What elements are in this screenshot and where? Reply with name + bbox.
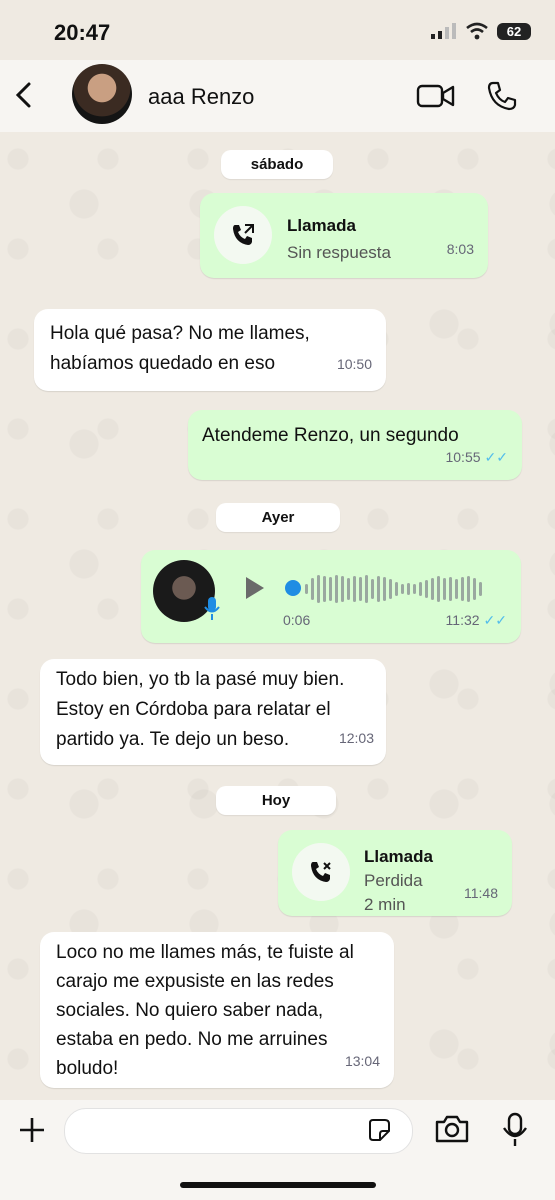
message-time: 8:03 (446, 241, 474, 257)
call-icon-circle (214, 206, 272, 264)
message-meta: 11:32 ✓✓ (446, 606, 507, 635)
message-input[interactable] (64, 1108, 413, 1154)
call-title: Llamada (287, 216, 356, 235)
message-text-line: carajo me expusiste en las redes (56, 971, 334, 992)
message-text-line: Hola qué pasa? No me llames, (50, 323, 310, 344)
message-time: 11:48 (464, 885, 498, 901)
sticker-icon[interactable] (366, 1117, 392, 1143)
voice-duration: 0:06 (283, 612, 311, 628)
message-meta: 10:55 ✓✓ (445, 443, 508, 472)
call-status: Sin respuesta (287, 243, 391, 262)
camera-icon[interactable] (434, 1114, 470, 1144)
message-text-line: Todo bien, yo tb la pasé muy bien. (56, 669, 345, 690)
message-time: 10:55 (445, 449, 481, 465)
microphone-icon[interactable] (500, 1112, 530, 1148)
incoming-message-bubble[interactable]: Hola qué pasa? No me llames, habíamos qu… (34, 309, 386, 391)
call-message-bubble[interactable]: Llamada Perdida 2 min 11:48 (278, 830, 512, 916)
home-indicator (180, 1182, 376, 1188)
playback-position-dot[interactable] (285, 580, 301, 596)
play-icon[interactable] (244, 576, 266, 600)
message-text-line: boludo! (56, 1058, 119, 1079)
incoming-message-bubble[interactable]: Todo bien, yo tb la pasé muy bien. Estoy… (40, 659, 386, 765)
outgoing-message-bubble[interactable]: Atendeme Renzo, un segundo 10:55 ✓✓ (188, 410, 522, 480)
message-text-line: partido ya. Te dejo un beso. (56, 729, 290, 750)
back-arrow-icon[interactable] (12, 80, 36, 110)
read-receipt-icon: ✓✓ (484, 449, 508, 465)
status-time: 20:47 (54, 20, 111, 45)
call-icon-circle (292, 843, 350, 901)
message-text-line: Loco no me llames más, te fuiste al (56, 942, 354, 963)
incoming-message-bubble[interactable]: Loco no me llames más, te fuiste al cara… (40, 932, 394, 1088)
status-icons: 62 (431, 22, 531, 40)
message-time: 12:03 (338, 730, 374, 746)
message-text: Atendeme Renzo, un segundo (202, 425, 459, 446)
microphone-icon (204, 597, 220, 620)
call-message-bubble[interactable]: Llamada Sin respuesta 8:03 (200, 193, 488, 278)
voice-message-bubble[interactable]: 0:06 11:32 ✓✓ (141, 550, 521, 643)
date-separator: Ayer (216, 503, 340, 532)
contact-avatar[interactable] (72, 64, 132, 124)
battery-indicator: 62 (497, 22, 531, 40)
outgoing-call-icon (233, 224, 254, 245)
missed-call-icon (311, 862, 331, 882)
message-text-line: sociales. No quiero saber nada, (56, 1000, 324, 1021)
call-duration: 2 min (364, 895, 406, 914)
video-call-icon[interactable] (416, 80, 456, 112)
message-text-line: habíamos quedado en eso (50, 353, 276, 374)
message-time: 10:50 (336, 356, 372, 372)
read-receipt-icon: ✓✓ (483, 612, 507, 628)
date-separator: sábado (221, 150, 333, 179)
message-text-line: Estoy en Córdoba para relatar el (56, 699, 331, 720)
wifi-icon (466, 22, 488, 40)
contact-name[interactable]: aaa Renzo (148, 84, 254, 110)
signal-icon (431, 23, 456, 39)
date-separator: Hoy (216, 786, 336, 815)
phone-call-icon[interactable] (486, 80, 518, 112)
plus-icon[interactable] (18, 1116, 46, 1144)
audio-waveform[interactable] (305, 574, 482, 604)
message-time: 11:32 (445, 612, 480, 628)
message-time: 13:04 (344, 1053, 380, 1069)
message-text-line: estaba en pedo. No me arruines (56, 1029, 328, 1050)
